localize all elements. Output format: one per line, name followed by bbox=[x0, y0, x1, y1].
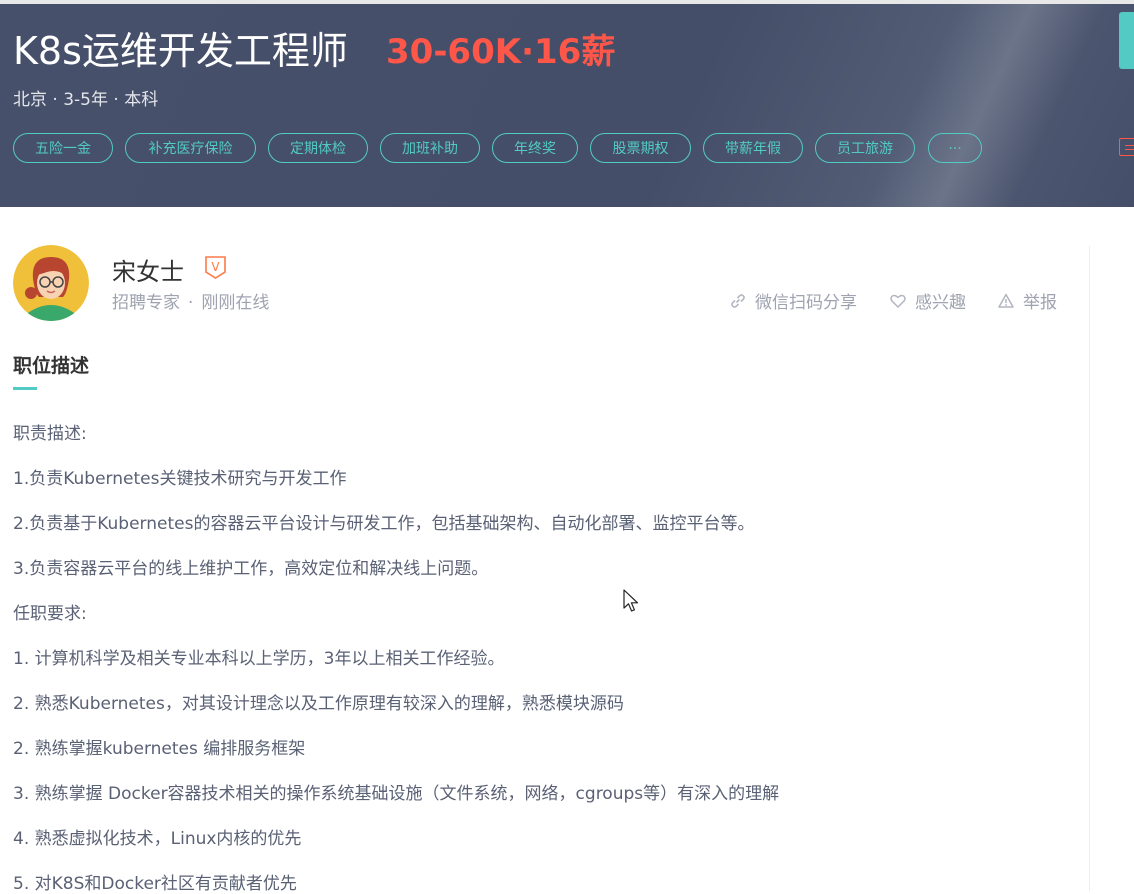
section-title: 职位描述 bbox=[13, 355, 90, 377]
benefit-tag: 年终奖 bbox=[492, 133, 578, 163]
recruiter-status: 刚刚在线 bbox=[201, 293, 270, 313]
cursor-icon bbox=[623, 589, 639, 612]
share-wechat-button[interactable]: 微信扫码分享 bbox=[729, 288, 857, 313]
recruiter-role-label: 招聘专家 bbox=[112, 293, 180, 313]
section-underline bbox=[13, 387, 37, 390]
benefit-tag: 定期体检 bbox=[268, 133, 368, 163]
job-banner: K8s运维开发工程师 30-60K·16薪 北京 · 3-5年 · 本科 五险一… bbox=[0, 4, 1134, 207]
report-button[interactable]: 举报 bbox=[997, 288, 1057, 313]
description-line: 2. 熟悉Kubernetes，对其设计理念以及工作原理有较深入的理解，熟悉模块… bbox=[13, 694, 624, 714]
description-line: 3. 熟练掌握 Docker容器技术相关的操作系统基础设施（文件系统，网络，cg… bbox=[13, 784, 780, 804]
description-line: 2. 熟练掌握kubernetes 编排服务框架 bbox=[13, 739, 306, 759]
benefit-tag: 五险一金 bbox=[13, 133, 113, 163]
verified-badge-icon: V bbox=[205, 256, 226, 279]
description-line: 职责描述: bbox=[13, 424, 87, 444]
interest-label: 感兴趣 bbox=[915, 293, 966, 313]
separator-dot: · bbox=[188, 293, 194, 313]
column-divider bbox=[1089, 246, 1090, 891]
more-tags-button[interactable]: ··· bbox=[928, 133, 982, 163]
description-line: 4. 熟悉虚拟化技术，Linux内核的优先 bbox=[13, 829, 302, 849]
recruiter-name: 宋女士 bbox=[112, 258, 184, 286]
recruiter-role: 招聘专家 · 刚刚在线 bbox=[112, 288, 269, 313]
description-line: 任职要求: bbox=[13, 604, 87, 624]
svg-text:V: V bbox=[211, 260, 220, 274]
heart-icon bbox=[890, 294, 906, 308]
side-accent-tab[interactable] bbox=[1119, 12, 1134, 69]
benefit-tag: 加班补助 bbox=[380, 133, 480, 163]
benefit-tag: 股票期权 bbox=[590, 133, 691, 163]
job-title: K8s运维开发工程师 bbox=[13, 29, 348, 73]
benefit-tag: 带薪年假 bbox=[703, 133, 803, 163]
description-line: 3.负责容器云平台的线上维护工作，高效定位和解决线上问题。 bbox=[13, 559, 489, 579]
warning-icon bbox=[998, 293, 1014, 308]
interest-button[interactable]: 感兴趣 bbox=[889, 288, 966, 313]
share-label: 微信扫码分享 bbox=[755, 293, 857, 313]
link-icon bbox=[731, 293, 745, 308]
benefit-tag: 员工旅游 bbox=[815, 133, 915, 163]
report-label: 举报 bbox=[1023, 293, 1057, 313]
side-menu-icon[interactable] bbox=[1119, 138, 1134, 156]
avatar[interactable] bbox=[13, 245, 89, 321]
description-line: 1.负责Kubernetes关键技术研究与开发工作 bbox=[13, 469, 347, 489]
description-line: 5. 对K8S和Docker社区有贡献者优先 bbox=[13, 874, 297, 894]
description-line: 1. 计算机科学及相关专业本科以上学历，3年以上相关工作经验。 bbox=[13, 649, 505, 669]
job-meta: 北京 · 3-5年 · 本科 bbox=[13, 90, 159, 110]
job-salary: 30-60K·16薪 bbox=[386, 32, 616, 72]
description-line: 2.负责基于Kubernetes的容器云平台设计与研发工作，包括基础架构、自动化… bbox=[13, 514, 755, 534]
benefit-tag: 补充医疗保险 bbox=[125, 133, 256, 163]
